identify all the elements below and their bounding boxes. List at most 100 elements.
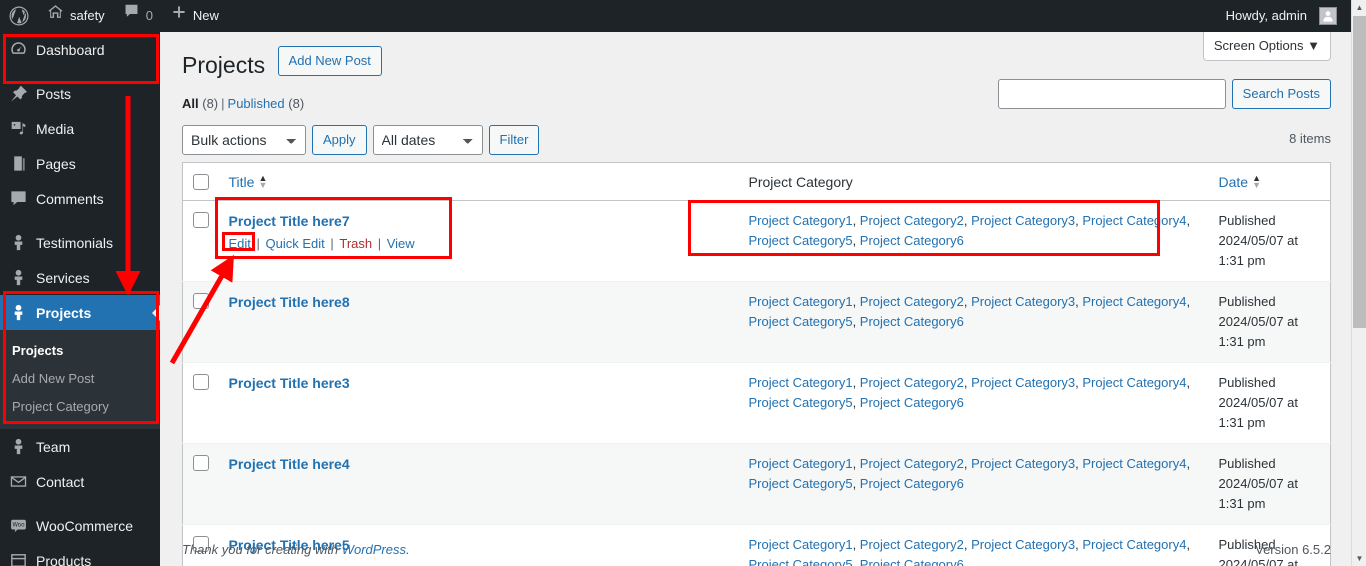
date-filter-select[interactable]: All datesMay 2024	[372, 125, 483, 155]
my-account-menu[interactable]: Howdy, admin	[1217, 0, 1351, 32]
search-posts-button[interactable]: Search Posts	[1231, 79, 1331, 109]
category-link[interactable]: Project Category2	[860, 213, 964, 228]
category-link[interactable]: Project Category2	[860, 294, 964, 309]
category-link[interactable]: Project Category1	[749, 456, 853, 471]
filter-all-link[interactable]: All	[182, 96, 199, 111]
sort-arrows-icon: ▲ ▼	[1252, 172, 1261, 190]
category-link[interactable]: Project Category3	[971, 213, 1075, 228]
scrollbar-up-arrow-icon[interactable]: ▲	[1352, 0, 1366, 15]
filter-button[interactable]: Filter	[488, 125, 540, 155]
scrollbar-thumb[interactable]	[1353, 16, 1366, 328]
category-link[interactable]: Project Category1	[749, 294, 853, 309]
row-title-link[interactable]: Project Title here7	[229, 211, 350, 231]
category-link[interactable]: Project Category1	[749, 375, 853, 390]
submenu-item-project-category[interactable]: Project Category	[0, 393, 160, 421]
scrollbar-down-arrow-icon[interactable]: ▼	[1352, 551, 1366, 566]
row-date-cell: Published 2024/05/07 at 1:31 pm	[1209, 201, 1331, 282]
footer-thankyou-prefix: Thank you for creating with	[182, 542, 342, 557]
search-input[interactable]	[997, 79, 1226, 109]
category-link[interactable]: Project Category1	[749, 213, 853, 228]
row-date: 2024/05/07 at 1:31 pm	[1218, 395, 1299, 430]
filter-published: Published (8)	[228, 96, 305, 111]
column-header-date: Date ▲ ▼	[1208, 162, 1331, 201]
bulk-actions-select[interactable]: Bulk actionsEditMove to Trash	[182, 125, 306, 155]
category-link[interactable]: Project Category2	[860, 456, 964, 471]
category-link[interactable]: Project Category3	[971, 294, 1075, 309]
sidebar-item-contact[interactable]: Contact	[0, 464, 160, 499]
home-icon	[47, 0, 64, 32]
displaying-num: 8 items	[1289, 131, 1331, 146]
category-link[interactable]: Project Category4	[1082, 294, 1186, 309]
category-link[interactable]: Project Category3	[971, 375, 1075, 390]
category-link[interactable]: Project Category5	[749, 395, 853, 410]
page-scrollbar[interactable]: ▲ ▼	[1351, 0, 1366, 566]
category-link[interactable]: Project Category4	[1082, 456, 1186, 471]
row-action-trash[interactable]: Trash	[339, 236, 372, 251]
sidebar-item-team[interactable]: Team	[0, 429, 160, 464]
sidebar-item-label: Products	[36, 552, 92, 566]
submenu-item-projects[interactable]: Projects	[0, 337, 160, 365]
table-row: Project Title here3 Project Category1, Pr…	[182, 363, 1331, 444]
sidebar-item-label: Comments	[36, 190, 104, 207]
comments-count: 0	[145, 8, 153, 23]
wordpress-logo-menu[interactable]	[0, 0, 38, 32]
add-new-post-button[interactable]: Add New Post	[277, 46, 382, 76]
submenu-item-add-new-post[interactable]: Add New Post	[0, 365, 160, 393]
sidebar-item-projects[interactable]: Projects	[0, 295, 160, 330]
row-checkbox[interactable]	[193, 455, 209, 471]
row-title-link[interactable]: Project Title here3	[229, 373, 350, 393]
filter-published-link[interactable]: Published	[228, 96, 285, 111]
category-link[interactable]: Project Category6	[860, 314, 964, 329]
sidebar-item-testimonials[interactable]: Testimonials	[0, 225, 160, 260]
row-title-link[interactable]: Project Title here8	[229, 292, 350, 312]
row-action-edit[interactable]: Edit	[229, 236, 251, 251]
admin-footer: Thank you for creating with WordPress. V…	[160, 534, 1351, 566]
site-name-menu[interactable]: safety	[38, 0, 114, 32]
category-link[interactable]: Project Category4	[1082, 375, 1186, 390]
category-link[interactable]: Project Category5	[749, 233, 853, 248]
row-action-view[interactable]: View	[387, 236, 415, 251]
page-wrap: Projects Add New Post All (8) | Published …	[160, 32, 1351, 566]
svg-text:Woo: Woo	[12, 523, 25, 529]
sidebar-item-pages[interactable]: Pages	[0, 146, 160, 181]
sort-by-date-link[interactable]: Date ▲ ▼	[1219, 172, 1262, 190]
comments-menu[interactable]: 0	[114, 0, 162, 32]
category-link[interactable]: Project Category6	[860, 476, 964, 491]
table-row: Project Title here7 Edit | Quick Edit | T…	[182, 201, 1331, 282]
sidebar-item-posts[interactable]: Posts	[0, 76, 160, 111]
sidebar-item-media[interactable]: Media	[0, 111, 160, 146]
sidebar-item-services[interactable]: Services	[0, 260, 160, 295]
table-navigation-top: Bulk actionsEditMove to Trash Apply All …	[182, 124, 1331, 156]
table-row: Project Title here4 Project Category1, Pr…	[182, 443, 1331, 525]
category-link[interactable]: Project Category5	[749, 476, 853, 491]
sidebar-item-woocommerce[interactable]: Woo WooCommerce	[0, 508, 160, 543]
wordpress-link[interactable]: WordPress	[342, 542, 406, 557]
row-actions: Edit | Quick Edit | Trash | View	[229, 234, 729, 254]
category-link[interactable]: Project Category4	[1082, 213, 1186, 228]
sidebar-item-products[interactable]: Products	[0, 543, 160, 566]
category-link[interactable]: Project Category6	[860, 233, 964, 248]
sort-by-title-link[interactable]: Title ▲ ▼	[229, 173, 268, 190]
row-action-separator: |	[252, 236, 264, 251]
admin-sidebar-menu: Dashboard Posts Media Pages Comments Tes…	[0, 32, 160, 566]
apply-button[interactable]: Apply	[312, 125, 367, 155]
category-link[interactable]: Project Category6	[860, 395, 964, 410]
sidebar-item-dashboard[interactable]: Dashboard	[0, 32, 160, 67]
new-content-menu[interactable]: New	[162, 0, 228, 32]
filter-published-count: (8)	[288, 96, 305, 111]
row-checkbox[interactable]	[193, 212, 209, 228]
select-all-checkbox[interactable]	[193, 174, 209, 190]
category-link[interactable]: Project Category3	[971, 456, 1075, 471]
row-action-quick-edit[interactable]: Quick Edit	[266, 236, 325, 251]
table-row: Project Title here8 Project Category1, Pr…	[182, 281, 1331, 363]
sidebar-item-comments[interactable]: Comments	[0, 181, 160, 216]
category-link[interactable]: Project Category5	[749, 314, 853, 329]
admin-content-area: Screen Options ▼ Projects Add New Post A…	[160, 32, 1351, 566]
category-link[interactable]: Project Category2	[860, 375, 964, 390]
plus-icon	[171, 0, 187, 32]
row-title-link[interactable]: Project Title here4	[229, 454, 350, 474]
footer-version: Version 6.5.2	[1255, 542, 1331, 557]
comment-bubble-icon	[123, 0, 140, 32]
row-checkbox[interactable]	[193, 293, 209, 309]
row-checkbox[interactable]	[193, 374, 209, 390]
